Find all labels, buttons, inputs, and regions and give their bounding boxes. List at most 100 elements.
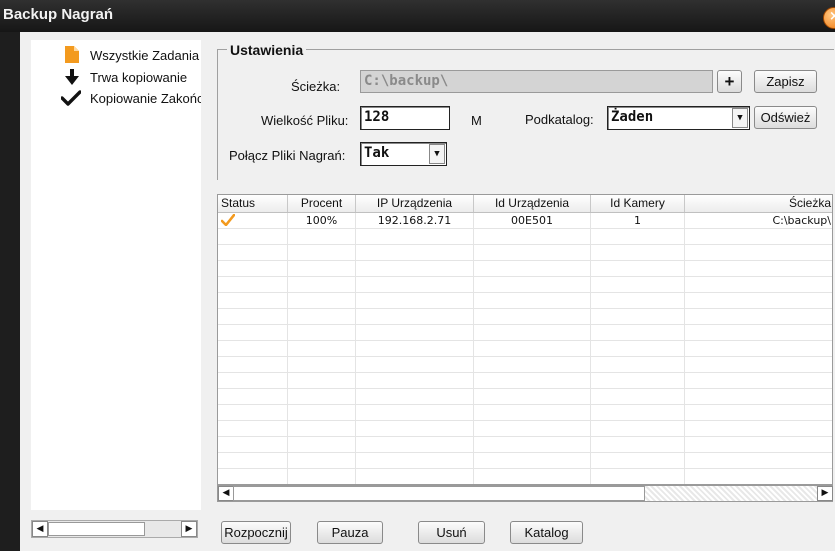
grid-line	[473, 421, 474, 436]
tree-item-copying[interactable]: Trwa kopiowanie	[31, 68, 201, 86]
grid-line	[355, 421, 356, 436]
grid-line	[473, 469, 474, 484]
column-camera-id[interactable]: Id Kamery	[591, 195, 685, 212]
settings-group-title: Ustawienia	[227, 42, 307, 58]
grid-line	[684, 357, 685, 372]
grid-line	[287, 261, 288, 276]
folder-button[interactable]: Katalog	[510, 521, 583, 544]
grid-line	[287, 373, 288, 388]
tree-item-label: Wszystkie Zadania	[90, 48, 200, 63]
scroll-left-icon[interactable]: ◀	[32, 521, 48, 537]
close-button[interactable]: ×	[823, 7, 835, 29]
grid-line	[287, 325, 288, 340]
table-row-empty	[218, 373, 832, 389]
scroll-thumb[interactable]	[233, 486, 645, 501]
grid-line	[684, 421, 685, 436]
grid-line	[684, 469, 685, 484]
table-row-empty	[218, 421, 832, 437]
document-icon	[65, 46, 79, 63]
tree-horizontal-scrollbar[interactable]: ◀ ▶	[31, 520, 198, 538]
grid-line	[355, 357, 356, 372]
subdir-label: Podkatalog:	[525, 112, 594, 127]
grid-line	[590, 277, 591, 292]
pause-button[interactable]: Pauza	[317, 521, 383, 544]
table-row-empty	[218, 293, 832, 309]
camera-id-cell: 1	[591, 213, 685, 228]
window-title: Backup Nagrań	[3, 6, 114, 23]
column-path[interactable]: Ścieżka	[685, 195, 832, 212]
ip-cell: 192.168.2.71	[356, 213, 474, 228]
merge-value: Tak	[364, 145, 390, 161]
column-percent[interactable]: Procent	[288, 195, 356, 212]
scroll-thumb[interactable]	[48, 522, 145, 536]
chevron-down-icon[interactable]: ▼	[732, 108, 748, 128]
grid-line	[287, 229, 288, 244]
merge-label: Połącz Pliki Nagrań:	[229, 148, 346, 163]
grid-line	[684, 293, 685, 308]
table-row-empty	[218, 405, 832, 421]
start-button[interactable]: Rozpocznij	[221, 521, 291, 544]
grid-line	[590, 469, 591, 484]
column-ip[interactable]: IP Urządzenia	[356, 195, 474, 212]
column-device-id[interactable]: Id Urządzenia	[474, 195, 591, 212]
grid-line	[473, 325, 474, 340]
close-icon: ×	[829, 9, 835, 24]
grid-line	[590, 229, 591, 244]
table-row-empty	[218, 437, 832, 453]
grid-line	[684, 405, 685, 420]
table-row-empty	[218, 277, 832, 293]
grid-line	[287, 293, 288, 308]
grid-line	[355, 261, 356, 276]
table-row-empty	[218, 453, 832, 469]
grid-line	[684, 389, 685, 404]
filesize-input[interactable]: 128	[360, 106, 450, 130]
grid-line	[287, 405, 288, 420]
delete-button[interactable]: Usuń	[418, 521, 485, 544]
filesize-label: Wielkość Pliku:	[261, 113, 349, 128]
add-path-button[interactable]: +	[717, 70, 742, 93]
grid-line	[287, 389, 288, 404]
grid-line	[355, 309, 356, 324]
subdir-select[interactable]: Żaden ▼	[607, 106, 750, 130]
grid-line	[590, 389, 591, 404]
grid-line	[590, 421, 591, 436]
table-horizontal-scrollbar[interactable]: ◀ ▶	[217, 485, 833, 502]
grid-line	[473, 261, 474, 276]
table-row[interactable]: 100% 192.168.2.71 00E501 1 C:\backup\	[218, 213, 832, 229]
path-label: Ścieżka:	[291, 79, 341, 94]
grid-line	[473, 357, 474, 372]
grid-line	[473, 405, 474, 420]
tree-item-completed[interactable]: Kopiowanie Zakończone	[31, 89, 201, 107]
grid-line	[684, 453, 685, 468]
chevron-down-icon[interactable]: ▼	[429, 144, 445, 164]
grid-line	[590, 261, 591, 276]
grid-line	[590, 293, 591, 308]
grid-line	[590, 453, 591, 468]
grid-line	[355, 277, 356, 292]
grid-line	[355, 245, 356, 260]
scroll-right-icon[interactable]: ▶	[181, 521, 197, 537]
grid-line	[287, 341, 288, 356]
checkmark-icon	[61, 90, 81, 106]
grid-line	[684, 245, 685, 260]
column-status[interactable]: Status	[218, 195, 288, 212]
grid-line	[473, 341, 474, 356]
grid-line	[590, 309, 591, 324]
path-field[interactable]: C:\backup\	[360, 70, 713, 93]
save-button[interactable]: Zapisz	[754, 70, 817, 93]
grid-line	[287, 277, 288, 292]
table-row-empty	[218, 325, 832, 341]
merge-select[interactable]: Tak ▼	[360, 142, 447, 166]
grid-line	[473, 277, 474, 292]
arrow-down-icon	[65, 69, 79, 85]
refresh-button[interactable]: Odśwież	[754, 106, 817, 129]
grid-line	[287, 245, 288, 260]
tree-item-all-tasks[interactable]: Wszystkie Zadania	[31, 46, 201, 64]
table-row-empty	[218, 261, 832, 277]
grid-line	[473, 245, 474, 260]
grid-line	[287, 309, 288, 324]
grid-line	[355, 453, 356, 468]
grid-line	[287, 453, 288, 468]
scroll-left-icon[interactable]: ◀	[218, 486, 234, 501]
scroll-right-icon[interactable]: ▶	[817, 486, 833, 501]
